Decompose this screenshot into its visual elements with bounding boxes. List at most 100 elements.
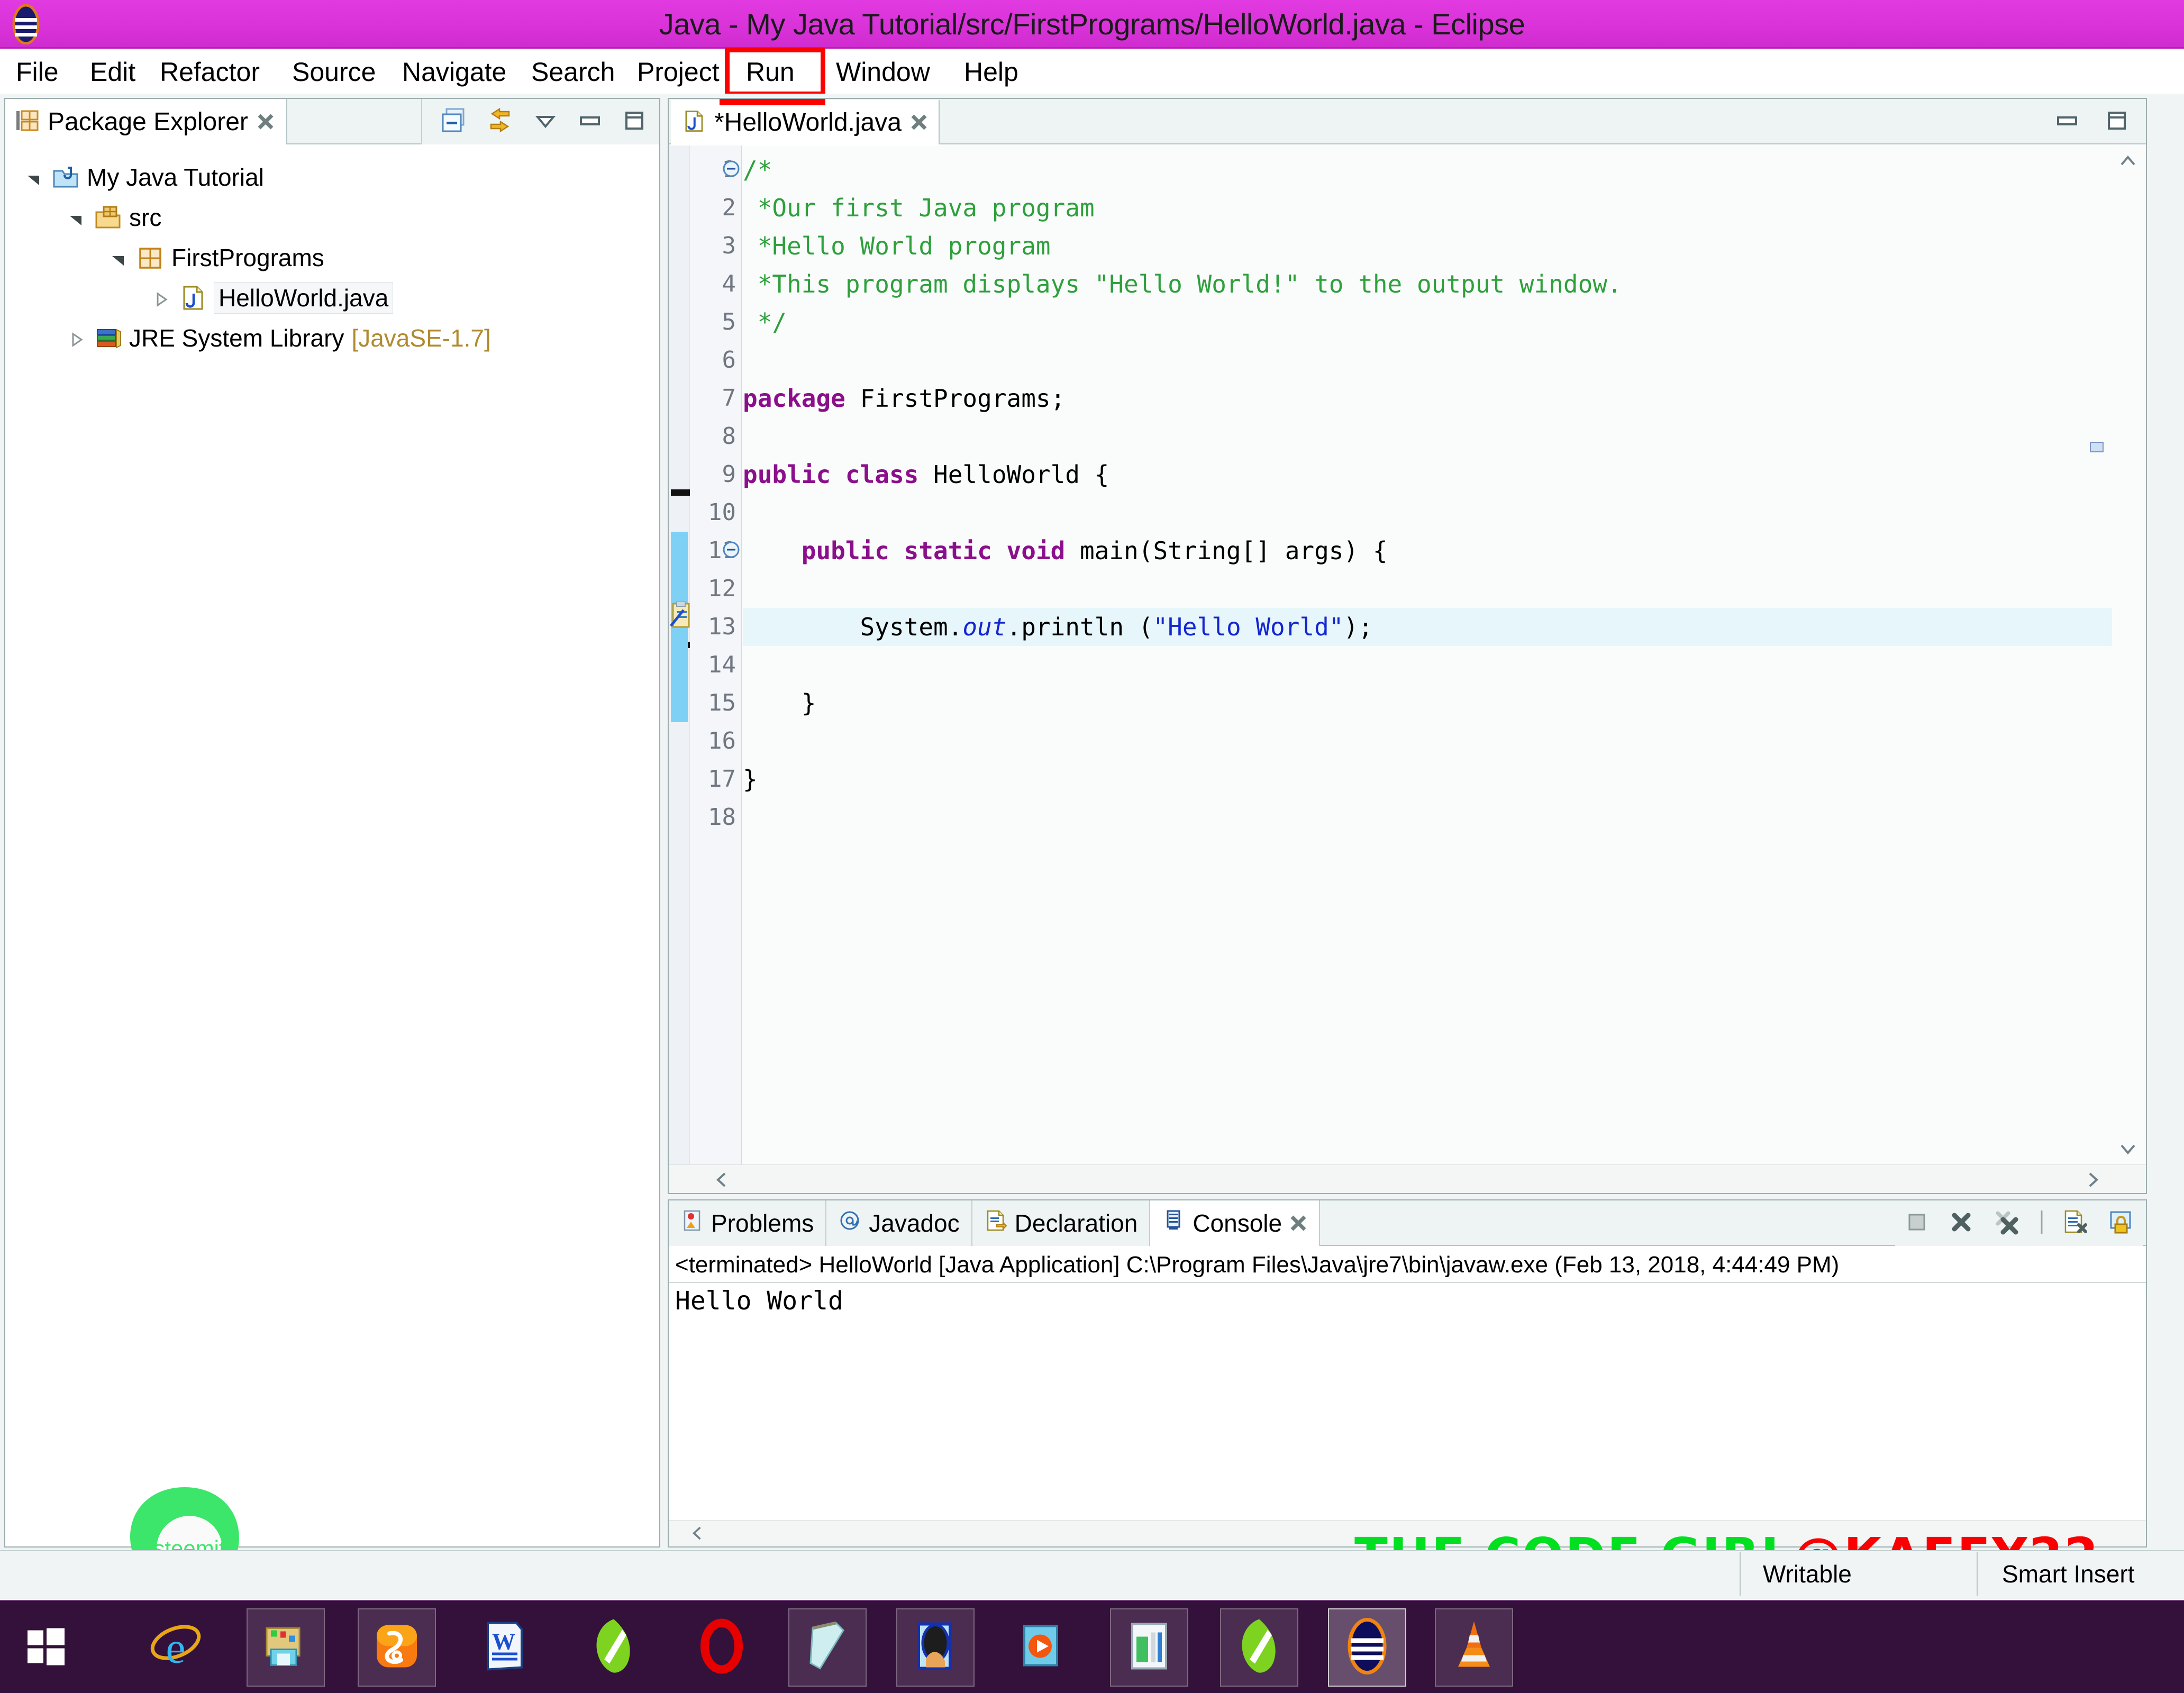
code-line[interactable] <box>743 570 2112 608</box>
code-line[interactable]: package FirstPrograms; <box>743 379 2112 417</box>
editor-code-area[interactable]: /* *Our first Java program *Hello World … <box>743 145 2112 1164</box>
code-line[interactable]: *Our first Java program <box>743 189 2112 227</box>
close-icon[interactable] <box>257 113 275 131</box>
code-line[interactable] <box>743 417 2112 456</box>
menu-project[interactable]: Project <box>625 50 731 94</box>
code-line[interactable]: System.out.println ("Hello World"); <box>743 608 2112 646</box>
ms-word-icon[interactable]: W <box>466 1608 544 1687</box>
media-player-icon[interactable] <box>1002 1608 1080 1687</box>
line-number: 2 <box>722 194 736 221</box>
tab-console[interactable]: Console <box>1150 1200 1321 1246</box>
tab-helloworld-java[interactable]: *HelloWorld.java <box>671 100 940 144</box>
tree-item-helloworld-java[interactable]: HelloWorld.java <box>5 278 659 318</box>
code-token: main(String[] args) { <box>1065 536 1388 565</box>
collapse-all-icon[interactable] <box>440 107 468 137</box>
tab-problems[interactable]: Problems <box>669 1200 827 1246</box>
scroll-lock-icon[interactable] <box>2107 1209 2134 1238</box>
tab-javadoc[interactable]: Javadoc <box>826 1200 972 1246</box>
uc-browser-icon[interactable] <box>358 1608 436 1687</box>
code-line[interactable]: *Hello World program <box>743 227 2112 265</box>
code-token: *Our first Java program <box>743 194 1095 222</box>
remove-launch-icon[interactable] <box>1948 1209 1974 1238</box>
editor-change-bar <box>669 145 690 1164</box>
clear-console-icon[interactable] <box>2061 1209 2089 1238</box>
nero-2-icon[interactable] <box>1220 1608 1298 1687</box>
menu-window[interactable]: Window <box>824 50 942 94</box>
editor-horizontal-scrollbar[interactable] <box>669 1164 2146 1193</box>
twisty-expanded-icon[interactable] <box>66 207 87 228</box>
tree-item-my-java-tutorial[interactable]: My Java Tutorial <box>5 157 659 197</box>
vlc-icon[interactable] <box>1435 1608 1513 1687</box>
code-token: *This program displays "Hello World!" to… <box>743 270 1622 298</box>
close-icon[interactable] <box>910 113 928 131</box>
minimize-icon[interactable] <box>2054 107 2080 136</box>
code-line[interactable] <box>743 722 2112 760</box>
fold-collapse-icon[interactable] <box>722 159 741 178</box>
scroll-left-icon[interactable] <box>710 1168 733 1191</box>
code-line[interactable]: /* <box>743 151 2112 189</box>
code-line[interactable] <box>743 341 2112 379</box>
console-process-header: <terminated> HelloWorld [Java Applicatio… <box>669 1247 2146 1283</box>
nero-icon[interactable] <box>575 1608 653 1687</box>
menu-run[interactable]: Run <box>734 50 806 94</box>
file-explorer-icon[interactable] <box>247 1608 325 1687</box>
menu-source[interactable]: Source <box>280 50 387 94</box>
code-token: public class <box>743 460 919 489</box>
code-line[interactable]: */ <box>743 303 2112 341</box>
scroll-down-icon[interactable] <box>2114 1135 2142 1162</box>
code-line[interactable] <box>743 494 2112 532</box>
code-line[interactable]: public static void main(String[] args) { <box>743 532 2112 570</box>
close-icon[interactable] <box>1289 1214 1307 1232</box>
editor-vertical-scrollbar[interactable] <box>2114 148 2142 1162</box>
code-line[interactable]: } <box>743 684 2112 722</box>
code-line[interactable]: public class HelloWorld { <box>743 456 2112 494</box>
code-line[interactable]: *This program displays "Hello World!" to… <box>743 265 2112 303</box>
code-line[interactable] <box>743 798 2112 836</box>
tab-declaration[interactable]: Declaration <box>972 1200 1151 1246</box>
minimize-icon[interactable] <box>577 107 603 136</box>
eclipse-taskbar-icon[interactable] <box>1328 1608 1406 1687</box>
terminate-icon[interactable] <box>1904 1209 1930 1238</box>
view-menu-icon[interactable] <box>532 107 559 136</box>
tree-item-jre-system-library[interactable]: JRE System Library [JavaSE-1.7] <box>5 318 659 358</box>
menu-navigate[interactable]: Navigate <box>390 50 518 94</box>
scroll-left-icon[interactable] <box>687 1523 710 1546</box>
opera-icon[interactable] <box>683 1608 761 1687</box>
menu-search[interactable]: Search <box>520 50 626 94</box>
code-line[interactable]: } <box>743 760 2112 798</box>
menubar: File Edit Refactor Source Navigate Searc… <box>0 50 2184 94</box>
task-manager-icon[interactable] <box>1110 1608 1188 1687</box>
package-explorer-tree: My Java Tutorial src FirstPrograms Hello… <box>5 145 659 1546</box>
tree-item-label: src <box>129 204 162 231</box>
menu-help[interactable]: Help <box>952 50 1030 94</box>
remove-all-terminated-icon[interactable] <box>1992 1209 2022 1238</box>
twisty-collapsed-icon[interactable] <box>66 327 87 349</box>
start-button-icon[interactable] <box>6 1608 85 1687</box>
editor-body[interactable]: 123456789101112131415161718 /* *Our firs… <box>669 145 2146 1193</box>
scroll-up-icon[interactable] <box>2114 148 2142 175</box>
fold-collapse-icon[interactable] <box>722 540 741 559</box>
tree-item-suffix: [JavaSE-1.7] <box>351 324 491 352</box>
twisty-expanded-icon[interactable] <box>108 247 129 268</box>
menu-edit[interactable]: Edit <box>78 50 147 94</box>
menu-refactor[interactable]: Refactor <box>148 50 271 94</box>
warning-marker-icon[interactable] <box>670 601 693 631</box>
twisty-expanded-icon[interactable] <box>23 167 44 188</box>
photo-viewer-icon[interactable] <box>896 1608 975 1687</box>
tree-item-src[interactable]: src <box>5 197 659 238</box>
maximize-icon[interactable] <box>621 107 648 136</box>
tab-package-explorer[interactable]: Package Explorer <box>5 99 287 144</box>
tree-item-firstprograms[interactable]: FirstPrograms <box>5 238 659 278</box>
code-token: HelloWorld { <box>918 460 1109 489</box>
scroll-right-icon[interactable] <box>2081 1168 2105 1191</box>
notepad-icon[interactable] <box>788 1608 867 1687</box>
change-bar-segment <box>671 646 688 684</box>
code-line[interactable] <box>743 646 2112 684</box>
menu-file[interactable]: File <box>4 50 70 94</box>
source-folder-icon <box>94 204 122 231</box>
link-with-editor-icon[interactable] <box>486 107 514 137</box>
internet-explorer-icon[interactable]: e <box>136 1608 215 1687</box>
maximize-icon[interactable] <box>2104 107 2130 136</box>
code-token: /* <box>743 156 772 184</box>
twisty-collapsed-icon[interactable] <box>150 287 171 308</box>
